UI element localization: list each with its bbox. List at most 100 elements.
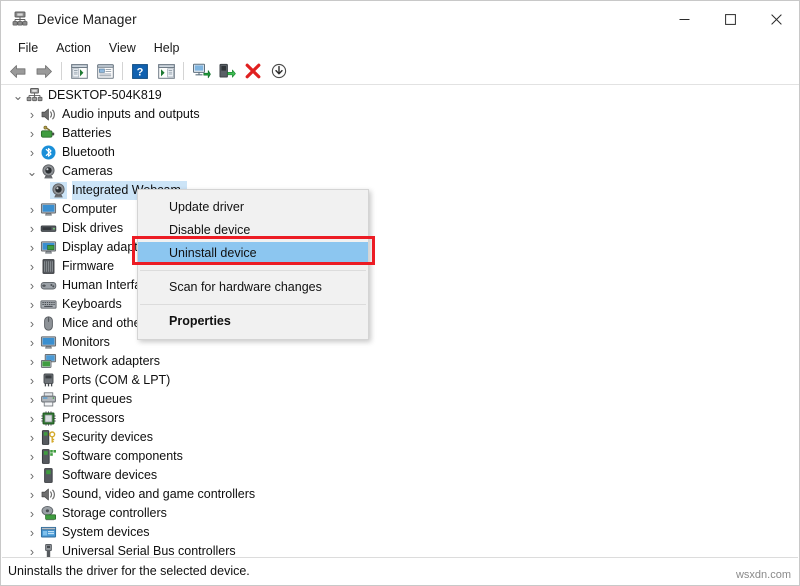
chevron-right-icon[interactable]: › bbox=[24, 409, 40, 428]
uninstall-device-icon[interactable] bbox=[241, 60, 265, 82]
tree-item-label: Storage controllers bbox=[62, 504, 173, 523]
tree-item-audio-inputs-and-outputs[interactable]: › Audio inputs and outputs bbox=[2, 105, 798, 124]
tree-item-display-adapters[interactable]: › Display adapters bbox=[2, 238, 798, 257]
chevron-right-icon[interactable]: › bbox=[24, 276, 40, 295]
tree-item-label: Monitors bbox=[62, 333, 116, 352]
chevron-right-icon[interactable]: › bbox=[24, 257, 40, 276]
chevron-right-icon[interactable]: › bbox=[24, 295, 40, 314]
context-menu: Update driver Disable device Uninstall d… bbox=[137, 189, 369, 340]
chevron-right-icon[interactable]: › bbox=[24, 105, 40, 124]
monitor-icon bbox=[40, 201, 57, 218]
menu-file[interactable]: File bbox=[9, 39, 47, 57]
tree-item-root[interactable]: ⌄ DESKTOP-504K819 bbox=[2, 86, 798, 105]
chevron-right-icon[interactable]: › bbox=[24, 428, 40, 447]
tree-item-software-components[interactable]: › Software components bbox=[2, 447, 798, 466]
context-menu-item-scan-for-hardware-changes[interactable]: Scan for hardware changes bbox=[138, 276, 368, 299]
status-bar: Uninstalls the driver for the selected d… bbox=[2, 557, 798, 584]
menu-help[interactable]: Help bbox=[145, 39, 189, 57]
tree-item-cameras[interactable]: ⌄ Cameras bbox=[2, 162, 798, 181]
tree-item-disk-drives[interactable]: › Disk drives bbox=[2, 219, 798, 238]
chevron-right-icon[interactable]: › bbox=[24, 333, 40, 352]
tree-item-label: Computer bbox=[62, 200, 123, 219]
network-adapter-icon bbox=[40, 353, 57, 370]
chevron-right-icon[interactable]: › bbox=[24, 542, 40, 558]
tree-item-bluetooth[interactable]: › Bluetooth bbox=[2, 143, 798, 162]
tree-item-print-queues[interactable]: › Print queues bbox=[2, 390, 798, 409]
svg-text:?: ? bbox=[137, 66, 144, 78]
properties-icon[interactable] bbox=[93, 60, 117, 82]
back-icon[interactable] bbox=[6, 60, 30, 82]
tree-item-monitors[interactable]: › Monitors bbox=[2, 333, 798, 352]
forward-icon[interactable] bbox=[32, 60, 56, 82]
device-manager-icon bbox=[11, 10, 29, 28]
tree-item-processors[interactable]: › Processors bbox=[2, 409, 798, 428]
hid-icon bbox=[40, 277, 57, 294]
chevron-right-icon[interactable]: › bbox=[24, 143, 40, 162]
context-menu-item-uninstall-device[interactable]: Uninstall device bbox=[138, 242, 368, 265]
printer-icon bbox=[40, 391, 57, 408]
chevron-right-icon[interactable]: › bbox=[24, 466, 40, 485]
tree-item-computer[interactable]: › Computer bbox=[2, 200, 798, 219]
tree-item-ports-com-and-lpt[interactable]: › Ports (COM & LPT) bbox=[2, 371, 798, 390]
chevron-right-icon[interactable]: › bbox=[24, 314, 40, 333]
processor-icon bbox=[40, 410, 57, 427]
tree-item-security-devices[interactable]: › Security devices bbox=[2, 428, 798, 447]
help-icon[interactable]: ? bbox=[128, 60, 152, 82]
tree-item-human-interface-devices[interactable]: › Human Interface Devices bbox=[2, 276, 798, 295]
tree-item-label: Network adapters bbox=[62, 352, 166, 371]
chevron-down-icon[interactable]: ⌄ bbox=[24, 162, 40, 181]
chevron-down-icon[interactable]: ⌄ bbox=[10, 86, 26, 105]
storage-controller-icon bbox=[40, 505, 57, 522]
tree-item-mice-and-other-pointing-devices[interactable]: › Mice and other pointing devices bbox=[2, 314, 798, 333]
maximize-button[interactable] bbox=[707, 1, 753, 37]
chevron-right-icon[interactable]: › bbox=[24, 219, 40, 238]
context-menu-item-disable-device[interactable]: Disable device bbox=[138, 219, 368, 242]
tree-item-sound-video-and-game-controllers[interactable]: › Sound, video and game controllers bbox=[2, 485, 798, 504]
tree-item-universal-serial-bus-controllers[interactable]: › Universal Serial Bus controllers bbox=[2, 542, 798, 558]
disable-device-icon[interactable] bbox=[267, 60, 291, 82]
menu-action[interactable]: Action bbox=[47, 39, 100, 57]
tree-item-label: Print queues bbox=[62, 390, 138, 409]
context-menu-separator bbox=[140, 304, 366, 305]
tree-item-software-devices[interactable]: › Software devices bbox=[2, 466, 798, 485]
chevron-right-icon[interactable]: › bbox=[24, 238, 40, 257]
scan-for-hardware-changes-icon[interactable] bbox=[154, 60, 178, 82]
tree-item-label: Audio inputs and outputs bbox=[62, 105, 206, 124]
tree-item-label: Bluetooth bbox=[62, 143, 121, 162]
chevron-right-icon[interactable]: › bbox=[24, 352, 40, 371]
minimize-button[interactable] bbox=[661, 1, 707, 37]
tree-item-storage-controllers[interactable]: › Storage controllers bbox=[2, 504, 798, 523]
update-driver-icon[interactable] bbox=[189, 60, 213, 82]
close-button[interactable] bbox=[753, 1, 799, 37]
show-hide-console-tree-icon[interactable] bbox=[67, 60, 91, 82]
chevron-right-icon[interactable]: › bbox=[24, 371, 40, 390]
tree-item-label: Batteries bbox=[62, 124, 117, 143]
tree-item-label: DESKTOP-504K819 bbox=[48, 86, 168, 105]
chevron-right-icon[interactable]: › bbox=[24, 124, 40, 143]
device-tree[interactable]: ⌄ DESKTOP-504K819 › bbox=[2, 86, 798, 558]
tree-item-system-devices[interactable]: › System devices bbox=[2, 523, 798, 542]
tree-item-integrated-webcam[interactable]: Integrated Webcam bbox=[2, 181, 798, 200]
chevron-right-icon[interactable]: › bbox=[24, 447, 40, 466]
chevron-right-icon[interactable]: › bbox=[24, 504, 40, 523]
camera-icon bbox=[40, 163, 57, 180]
chevron-right-icon[interactable]: › bbox=[24, 390, 40, 409]
menu-view[interactable]: View bbox=[100, 39, 145, 57]
chevron-right-icon[interactable]: › bbox=[24, 523, 40, 542]
tree-item-network-adapters[interactable]: › Network adapters bbox=[2, 352, 798, 371]
toolbar: ? bbox=[1, 58, 799, 84]
watermark: wsxdn.com bbox=[736, 569, 791, 581]
context-menu-item-update-driver[interactable]: Update driver bbox=[138, 196, 368, 219]
camera-icon bbox=[50, 182, 67, 199]
context-menu-item-properties[interactable]: Properties bbox=[138, 310, 368, 333]
enable-device-icon[interactable] bbox=[215, 60, 239, 82]
chevron-right-icon[interactable]: › bbox=[24, 485, 40, 504]
software-component-icon bbox=[40, 448, 57, 465]
tree-item-firmware[interactable]: › Firmware bbox=[2, 257, 798, 276]
usb-icon bbox=[40, 543, 57, 558]
tree-item-batteries[interactable]: › Batteries bbox=[2, 124, 798, 143]
tree-item-label: Cameras bbox=[62, 162, 119, 181]
chevron-right-icon[interactable]: › bbox=[24, 200, 40, 219]
menu-bar: File Action View Help bbox=[1, 37, 799, 59]
tree-item-keyboards[interactable]: › Keyboards bbox=[2, 295, 798, 314]
